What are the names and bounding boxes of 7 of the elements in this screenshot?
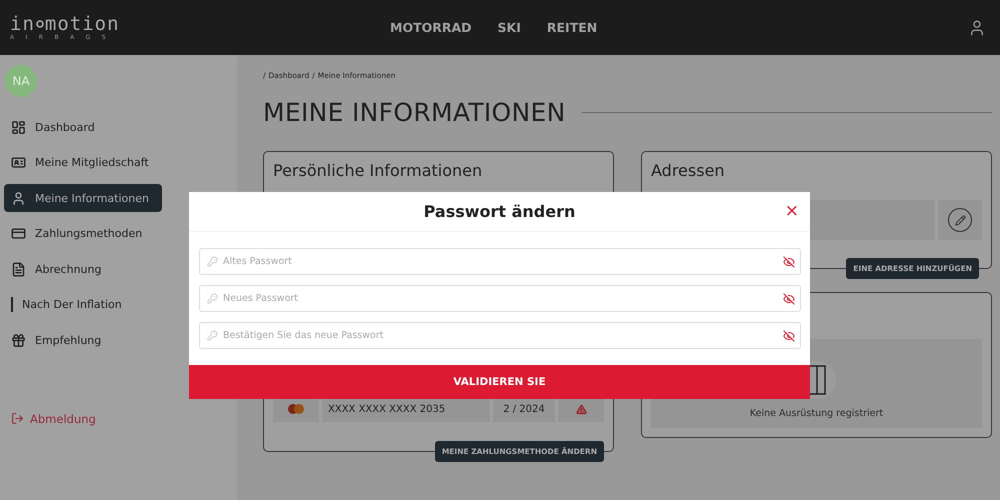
- empty-state-text: Keine Ausrüstung registriert: [750, 408, 884, 419]
- page-title: MEINE INFORMATIONEN: [263, 98, 566, 127]
- card-title: Persönliche Informationen: [273, 161, 484, 180]
- card-title: Adressen: [651, 161, 726, 180]
- avatar: NA: [5, 65, 37, 97]
- dialog-title: Passwort ändern: [424, 202, 576, 221]
- logo: in motion: [10, 14, 121, 34]
